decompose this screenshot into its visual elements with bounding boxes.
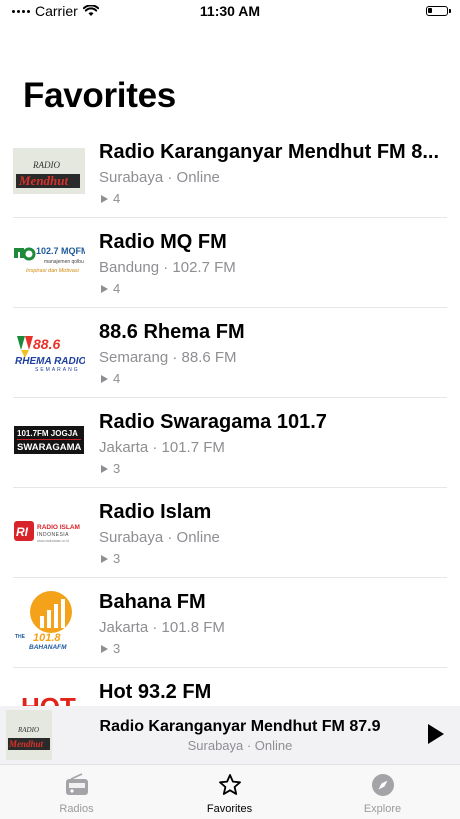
play-count-value: 3 — [113, 461, 121, 476]
play-count-value: 4 — [113, 371, 121, 386]
station-name: Radio MQ FM — [99, 231, 227, 253]
logo-text: 101.7FM JOGJA — [17, 429, 78, 438]
logo-text: HOT — [21, 692, 76, 706]
logo-text: manajemen qolbu — [44, 259, 84, 265]
logo-text: 102.7 MQFM — [36, 246, 85, 256]
station-name: 88.6 Rhema FM — [99, 321, 245, 343]
station-meta: Surabaya · Online — [99, 169, 220, 186]
play-count-icon — [101, 554, 108, 563]
station-row[interactable]: THE 101.8 BAHANAFM Bahana FM Jakarta · 1… — [0, 578, 460, 668]
logo-text: Mendhut — [8, 739, 44, 749]
play-count-value: 4 — [113, 191, 121, 206]
station-name: Radio Islam — [99, 501, 212, 523]
logo-text: RADIO — [32, 160, 60, 170]
play-count-value: 4 — [113, 281, 121, 296]
swaragama-logo: 101.7FM JOGJA SWARAGAMA — [13, 418, 85, 464]
station-row[interactable]: 102.7 MQFM manajemen qolbu Inspirasi dan… — [0, 218, 460, 308]
station-name: Bahana FM — [99, 591, 206, 613]
logo-text: RHEMA RADIO — [15, 356, 85, 367]
station-row[interactable]: RI RADIO ISLAM INDONESIA www.radioislam.… — [0, 488, 460, 578]
logo-text: BAHANAFM — [29, 644, 67, 651]
tab-label: Radios — [59, 803, 94, 815]
play-count-icon — [101, 194, 108, 203]
logo-text: 101.8 — [33, 632, 61, 644]
tab-explore[interactable]: Explore — [306, 765, 459, 819]
play-count: 4 — [101, 191, 120, 206]
play-count-value: 3 — [113, 641, 121, 656]
logo-text: Inspirasi dan Motivasi — [26, 268, 80, 274]
station-meta: Jakarta · 101.8 FM — [99, 619, 225, 636]
tab-label: Explore — [363, 803, 402, 815]
radio-mendhut-logo: RADIO Mendhut — [13, 148, 85, 194]
station-name: Radio Karanganyar Mendhut FM 8... — [99, 141, 440, 163]
tab-label: Favorites — [206, 803, 253, 815]
status-time: 11:30 AM — [199, 3, 261, 19]
play-count-icon — [101, 284, 108, 293]
logo-text: Mendhut — [18, 173, 69, 188]
svg-text:RI: RI — [16, 525, 29, 539]
play-count-value: 3 — [113, 551, 121, 566]
station-meta: Semarang · 88.6 FM — [99, 349, 237, 366]
logo-text: SWARAGAMA — [17, 442, 82, 453]
logo-text: 88.6 — [33, 336, 60, 352]
bahana-fm-logo: THE 101.8 BAHANAFM — [13, 590, 85, 652]
play-count: 3 — [101, 551, 120, 566]
station-row[interactable]: RADIO Mendhut Radio Karanganyar Mendhut … — [0, 128, 460, 218]
tab-radios[interactable]: Radios — [0, 765, 153, 819]
status-bar: Carrier 11:30 AM — [0, 0, 460, 24]
tab-bar: Radios Favorites Explore — [0, 764, 460, 819]
station-meta: Jakarta · 101.7 FM — [99, 439, 225, 456]
compass-icon — [371, 774, 394, 796]
page-title: Favorites — [23, 76, 176, 115]
now-playing-subtitle: Surabaya · Online — [187, 738, 293, 753]
station-meta: Surabaya · Online — [99, 529, 220, 546]
battery-icon — [426, 6, 451, 16]
play-button[interactable] — [428, 724, 444, 744]
station-name: Radio Swaragama 101.7 — [99, 411, 327, 433]
radio-islam-logo: RI RADIO ISLAM INDONESIA www.radioislam.… — [13, 508, 85, 554]
station-row[interactable]: 88.6 RHEMA RADIO SEMARANG 88.6 Rhema FM … — [0, 308, 460, 398]
station-row[interactable]: 101.7FM JOGJA SWARAGAMA Radio Swaragama … — [0, 398, 460, 488]
hot-fm-logo: HOT — [13, 686, 85, 706]
tab-favorites[interactable]: Favorites — [153, 765, 306, 819]
play-count: 3 — [101, 461, 120, 476]
mqfm-logo: 102.7 MQFM manajemen qolbu Inspirasi dan… — [13, 238, 85, 284]
rhema-radio-logo: 88.6 RHEMA RADIO SEMARANG — [13, 328, 85, 374]
logo-text: www.radioislam.or.id — [37, 539, 69, 543]
play-count-icon — [101, 644, 108, 653]
logo-text: RADIO — [17, 726, 39, 734]
now-playing-title: Radio Karanganyar Mendhut FM 87.9 — [99, 718, 381, 735]
logo-text: INDONESIA — [37, 532, 69, 538]
logo-text: RADIO ISLAM — [37, 524, 80, 531]
play-count: 4 — [101, 281, 120, 296]
radio-icon — [65, 773, 88, 795]
station-name: Hot 93.2 FM — [99, 681, 212, 703]
logo-text: THE — [15, 634, 26, 640]
station-list[interactable]: RADIO Mendhut Radio Karanganyar Mendhut … — [0, 128, 460, 706]
station-meta: Bandung · 102.7 FM — [99, 259, 236, 276]
station-row[interactable]: HOT Hot 93.2 FM — [0, 668, 460, 706]
star-icon — [218, 774, 241, 795]
now-playing-logo: RADIO Mendhut — [6, 710, 52, 760]
play-count: 4 — [101, 371, 120, 386]
play-count-icon — [101, 464, 108, 473]
play-count: 3 — [101, 641, 120, 656]
logo-text: SEMARANG — [35, 367, 80, 373]
mini-player[interactable]: RADIO Mendhut Radio Karanganyar Mendhut … — [0, 706, 460, 764]
play-count-icon — [101, 374, 108, 383]
